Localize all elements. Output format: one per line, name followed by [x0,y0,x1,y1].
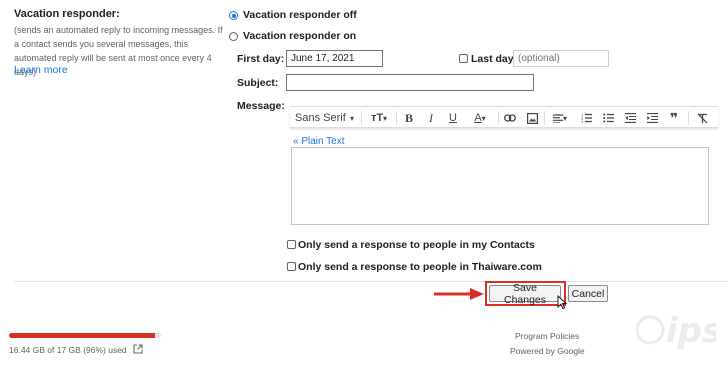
cancel-button[interactable]: Cancel [568,285,608,302]
storage-usage-text: 16.44 GB of 17 GB (96%) used [9,345,127,355]
vacation-on-label[interactable]: Vacation responder on [243,30,356,42]
vacation-off-radio[interactable] [229,11,238,20]
vacation-responder-title: Vacation responder: [14,8,120,20]
open-external-icon[interactable] [133,344,143,354]
contacts-only-checkbox[interactable] [287,240,296,249]
plain-text-link[interactable]: « Plain Text [293,136,345,147]
message-label: Message: [237,100,285,112]
image-icon[interactable] [524,110,540,126]
italic-icon[interactable]: I [424,110,438,126]
link-icon[interactable] [502,110,518,126]
contacts-only-label[interactable]: Only send a response to people in my Con… [298,239,535,251]
remove-formatting-icon[interactable] [694,110,710,126]
align-icon[interactable]: ▾ [548,110,572,126]
text-color-icon[interactable]: A ▾ [468,110,492,126]
vacation-off-label[interactable]: Vacation responder off [243,9,357,21]
subject-input[interactable] [286,74,534,91]
program-policies-link[interactable]: Program Policies [515,331,579,341]
last-day-checkbox[interactable] [459,54,468,63]
font-family-dropdown-icon[interactable]: ▾ [347,110,357,126]
last-day-label: Last day: [471,53,518,65]
domain-only-checkbox[interactable] [287,262,296,271]
first-day-input[interactable] [286,50,383,67]
numbered-list-icon[interactable]: 123 [578,110,594,126]
domain-only-label[interactable]: Only send a response to people in Thaiwa… [298,261,542,273]
storage-usage-fill [9,333,155,338]
font-size-icon[interactable]: ᴛT ▾ [366,110,392,126]
section-divider [14,281,728,282]
indent-less-icon[interactable] [622,110,638,126]
underline-icon[interactable]: U [446,110,460,126]
svg-text:ips: ips [666,311,716,351]
bulleted-list-icon[interactable] [600,110,616,126]
last-day-input[interactable] [513,50,609,67]
mouse-cursor-icon [557,295,567,309]
vacation-on-radio[interactable] [229,32,238,41]
storage-usage-bar [9,333,161,338]
message-editor[interactable] [291,147,709,225]
svg-text:3: 3 [581,120,584,124]
watermark-logo: ips [635,300,722,360]
powered-by-google: Powered by Google [510,346,585,356]
bold-icon[interactable]: B [402,110,416,126]
indent-more-icon[interactable] [644,110,660,126]
first-day-label: First day: [237,53,285,65]
learn-more-link[interactable]: Learn more [14,64,68,76]
subject-label: Subject: [237,77,279,89]
formatting-toolbar: Sans Serif ▾ ᴛT ▾ B I U A ▾ ▾ 123 ❞ [290,106,718,128]
font-family-select[interactable]: Sans Serif [295,110,347,126]
save-changes-button[interactable]: Save Changes [489,282,561,306]
quote-icon[interactable]: ❞ [666,110,682,126]
arrow-annotation-icon [434,288,484,300]
